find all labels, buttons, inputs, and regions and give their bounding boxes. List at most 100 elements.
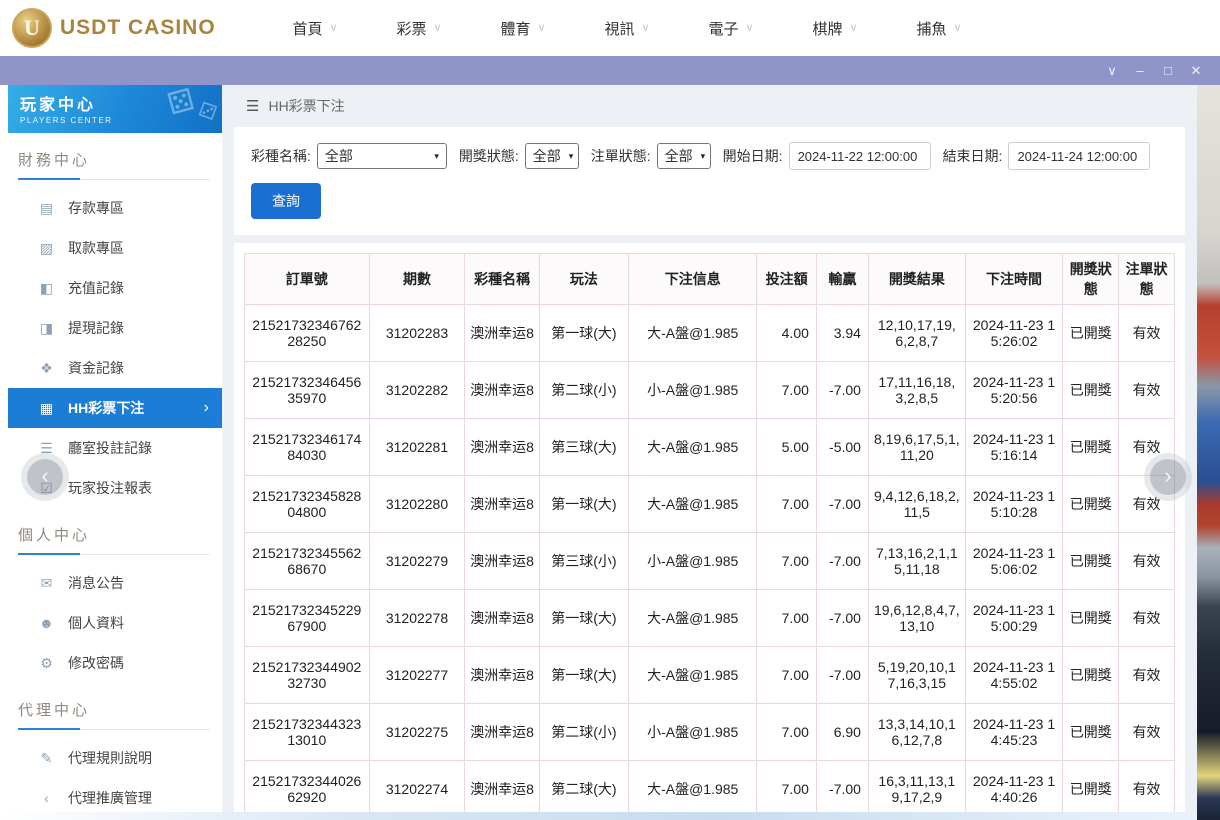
table-cell: 31202277 (369, 647, 465, 704)
sidebar: 玩家中心 PLAYERS CENTER ⚄ ⚂ 財務中心▤存款專區▨取款專區◧充… (0, 85, 222, 812)
minimize-icon[interactable]: – (1126, 60, 1154, 82)
column-header: 注單狀態 (1119, 254, 1175, 305)
table-cell: 7.00 (757, 590, 817, 647)
nav-item-fishing[interactable]: 捕魚∨ (887, 18, 991, 39)
chevron-down-icon: ∨ (433, 23, 441, 34)
table-cell: 7,13,16,2,1,15,11,18 (868, 533, 965, 590)
table-cell: -7.00 (816, 761, 868, 813)
nav-item-label: 體育 (500, 18, 530, 39)
hamburger-icon[interactable]: ☰ (246, 97, 259, 115)
sidebar-item-change-password[interactable]: ⚙修改密碼 (8, 643, 222, 683)
scroll-right-button[interactable]: › (1150, 459, 1186, 495)
logo[interactable]: U USDT CASINO (0, 8, 235, 48)
sidebar-item-hh-lottery-bets[interactable]: ▦HH彩票下注› (8, 388, 222, 428)
table-cell: 有效 (1119, 590, 1175, 647)
table-cell: 澳洲幸运8 (465, 704, 539, 761)
maximize-icon[interactable]: □ (1154, 60, 1182, 82)
sidebar-item-withdraw[interactable]: ▨取款專區 (8, 228, 222, 268)
nav-item-home[interactable]: 首頁∨ (263, 18, 367, 39)
table-cell: 7.00 (757, 761, 817, 813)
sidebar-item-label: 消息公告 (68, 573, 124, 593)
column-header: 期數 (369, 254, 465, 305)
sidebar-item-label: 充值記錄 (68, 278, 124, 298)
table-cell: 2024-11-23 14:45:23 (965, 704, 1063, 761)
table-cell: 2152173234490232730 (245, 647, 370, 704)
table-cell: 2024-11-23 15:26:02 (965, 305, 1063, 362)
filter-panel: 彩種名稱: 全部 ▾ 開獎狀態: 全部 ▾ 注單狀態: 全部 ▾ (234, 127, 1185, 235)
nav-item-label: 捕魚 (916, 18, 946, 39)
table-row: 215217323455626867031202279澳洲幸运8第三球(小)小-… (245, 533, 1175, 590)
table-cell: -7.00 (816, 590, 868, 647)
table-cell: 2152173234522967900 (245, 590, 370, 647)
table-cell: 已開獎 (1063, 419, 1119, 476)
sidebar-item-profile[interactable]: ☻個人資料 (8, 603, 222, 643)
table-cell: 第二球(小) (539, 362, 628, 419)
end-date-input[interactable] (1008, 142, 1150, 170)
table-cell: 2152173234556268670 (245, 533, 370, 590)
column-header: 開獎結果 (868, 254, 965, 305)
table-cell: 31202274 (369, 761, 465, 813)
table-cell: 2024-11-23 14:40:26 (965, 761, 1063, 813)
nav-item-slots[interactable]: 電子∨ (679, 18, 783, 39)
table-cell: 2024-11-23 14:55:02 (965, 647, 1063, 704)
main-menu: 首頁∨彩票∨體育∨視訊∨電子∨棋牌∨捕魚∨ (263, 18, 991, 39)
table-cell: 4.00 (757, 305, 817, 362)
top-nav-bar: U USDT CASINO 首頁∨彩票∨體育∨視訊∨電子∨棋牌∨捕魚∨ (0, 0, 1220, 56)
table-cell: 有效 (1119, 533, 1175, 590)
nav-item-lottery[interactable]: 彩票∨ (367, 18, 471, 39)
table-cell: 澳洲幸运8 (465, 647, 539, 704)
close-icon[interactable]: ✕ (1182, 60, 1210, 82)
table-cell: 已開獎 (1063, 761, 1119, 813)
nav-item-label: 首頁 (292, 18, 322, 39)
chevron-down-icon: ∨ (849, 23, 857, 34)
agent-promotion-icon: ‹ (38, 790, 55, 806)
hh-lottery-bets-icon: ▦ (38, 400, 55, 417)
lottery-name-select[interactable]: 全部 ▾ (317, 143, 447, 169)
app-screen: U USDT CASINO 首頁∨彩票∨體育∨視訊∨電子∨棋牌∨捕魚∨ ∨–□✕… (0, 0, 1220, 820)
table-cell: 7.00 (757, 476, 817, 533)
nav-item-chess[interactable]: 棋牌∨ (783, 18, 887, 39)
search-button[interactable]: 查詢 (251, 183, 321, 219)
column-header: 彩種名稱 (465, 254, 539, 305)
section-title: 個人中心 (18, 524, 210, 555)
hall-bet-records-icon: ☰ (38, 440, 55, 457)
nav-item-sports[interactable]: 體育 ∨ (471, 18, 575, 39)
sidebar-item-label: 玩家投注報表 (68, 478, 152, 498)
chevron-down-icon: ∨ (537, 23, 545, 34)
sidebar-item-recharge-record[interactable]: ◧充值記錄 (8, 268, 222, 308)
table-cell: 已開獎 (1063, 647, 1119, 704)
scroll-left-button[interactable]: ‹ (27, 459, 63, 495)
table-cell: 19,6,12,8,4,7,13,10 (868, 590, 965, 647)
window-chevron-icon[interactable]: ∨ (1098, 60, 1126, 82)
end-date-label: 結束日期: (943, 146, 1003, 166)
sidebar-item-cashout-record[interactable]: ◨提現記錄 (8, 308, 222, 348)
column-header: 開獎狀態 (1063, 254, 1119, 305)
table-cell: 2024-11-23 15:20:56 (965, 362, 1063, 419)
table-cell: 6.90 (816, 704, 868, 761)
section-title: 財務中心 (18, 149, 210, 180)
start-date-input[interactable] (789, 142, 931, 170)
order-status-select[interactable]: 全部 ▾ (657, 143, 711, 169)
table-cell: 大-A盤@1.985 (629, 419, 757, 476)
draw-status-select[interactable]: 全部 ▾ (525, 143, 579, 169)
table-cell: 第一球(大) (539, 590, 628, 647)
column-header: 下注信息 (629, 254, 757, 305)
lottery-name-label: 彩種名稱: (251, 146, 311, 166)
window-controls: ∨–□✕ (1098, 60, 1210, 82)
funds-record-icon: ❖ (38, 360, 55, 377)
sidebar-item-messages[interactable]: ✉消息公告 (8, 563, 222, 603)
table-cell: 大-A盤@1.985 (629, 590, 757, 647)
logo-text: USDT CASINO (60, 16, 216, 40)
sidebar-item-funds-record[interactable]: ❖資金記錄 (8, 348, 222, 388)
table-cell: 7.00 (757, 704, 817, 761)
nav-item-live-video[interactable]: 視訊∨ (575, 18, 679, 39)
table-cell: 13,3,14,10,16,12,7,8 (868, 704, 965, 761)
table-cell: 澳洲幸运8 (465, 533, 539, 590)
sidebar-item-deposit[interactable]: ▤存款專區 (8, 188, 222, 228)
table-cell: 第三球(大) (539, 419, 628, 476)
table-cell: -7.00 (816, 476, 868, 533)
table-cell: 已開獎 (1063, 362, 1119, 419)
sidebar-item-agent-rules[interactable]: ✎代理規則說明 (8, 738, 222, 778)
table-cell: 9,4,12,6,18,2,11,5 (868, 476, 965, 533)
logo-icon: U (12, 8, 52, 48)
